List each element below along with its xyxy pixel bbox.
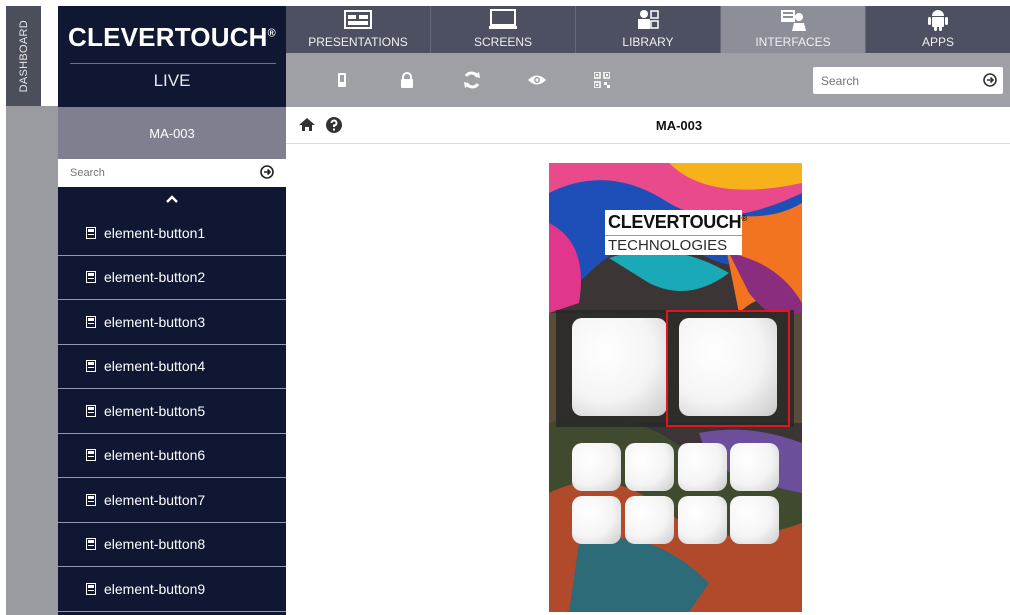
panel-search [58, 159, 286, 187]
element-icon [86, 404, 98, 417]
content-title: MA-003 [655, 118, 703, 133]
panel-search-input[interactable] [70, 164, 240, 182]
monitor-icon [489, 9, 517, 31]
device-icon[interactable] [332, 70, 352, 90]
list-item[interactable]: element-button2 [58, 256, 286, 300]
toolbar [286, 53, 1010, 107]
list-item-label: element-button1 [104, 224, 206, 241]
top-search [813, 67, 1003, 94]
tab-apps[interactable]: APPS [866, 6, 1010, 53]
list-item-label: element-button2 [104, 269, 206, 286]
element-icon [86, 226, 98, 239]
list-item-label: element-button5 [104, 402, 206, 419]
element-icon [86, 449, 98, 462]
element-icon [86, 315, 98, 328]
list-item-label: element-button8 [104, 536, 206, 553]
list-item[interactable]: element-button8 [58, 523, 286, 567]
dashboard-strip: DASHBOARD [0, 0, 58, 615]
eye-icon[interactable] [527, 70, 547, 90]
list-item-label: element-button3 [104, 313, 206, 330]
list-item[interactable]: element-button9 [58, 567, 286, 612]
preview-logo-bottom: TECHNOLOGIES [605, 235, 742, 255]
small-tile-8[interactable] [730, 496, 779, 544]
tab-label: APPS [921, 35, 954, 49]
preview-logo: CLEVERTOUCH® TECHNOLOGIES [605, 210, 747, 255]
tab-library[interactable]: LIBRARY [576, 6, 721, 53]
element-list: element-button1 element-button2 element-… [58, 211, 286, 615]
tab-label: LIBRARY [622, 35, 674, 49]
element-icon [86, 493, 98, 506]
interface-icon [780, 9, 806, 31]
top-search-input[interactable] [821, 71, 971, 90]
library-icon [636, 9, 660, 31]
list-item-label: element-button4 [104, 358, 206, 375]
list-item-label: element-button7 [104, 491, 206, 508]
tab-presentations[interactable]: PRESENTATIONS [286, 6, 431, 53]
dashboard-tab[interactable]: DASHBOARD [6, 6, 41, 106]
list-item[interactable]: element-button5 [58, 389, 286, 434]
search-go-icon[interactable] [260, 165, 274, 184]
main-tabs: PRESENTATIONS SCREENS LIBRARY INTERFACES… [286, 6, 1010, 53]
app-window: DASHBOARD CLEVERTOUCH® LIVE PRESENTATION… [0, 0, 1010, 615]
tab-label: SCREENS [473, 35, 532, 49]
presentation-icon [344, 9, 372, 31]
panel-title: MA-003 [58, 107, 286, 159]
android-icon [927, 9, 949, 31]
list-item[interactable]: element-button7 [58, 478, 286, 523]
brand-divider [70, 63, 276, 64]
small-tile-4[interactable] [730, 443, 779, 491]
search-go-icon[interactable] [983, 73, 997, 92]
tab-label: INTERFACES [755, 35, 831, 49]
small-tile-1[interactable] [572, 443, 621, 491]
element-icon [86, 538, 98, 551]
interface-preview: CLEVERTOUCH® TECHNOLOGIES [549, 163, 802, 612]
element-icon [86, 582, 98, 595]
small-tile-7[interactable] [678, 496, 727, 544]
selection-highlight [666, 310, 790, 427]
lock-icon[interactable] [397, 70, 417, 90]
scroll-up-button[interactable] [58, 187, 286, 211]
refresh-icon[interactable] [462, 70, 482, 90]
list-item-label: element-button9 [104, 580, 206, 597]
small-tile-2[interactable] [625, 443, 674, 491]
qr-code-icon[interactable] [592, 70, 612, 90]
tab-interfaces[interactable]: INTERFACES [721, 6, 866, 53]
content-header: MA-003 [286, 107, 1010, 144]
list-item[interactable]: element-button3 [58, 300, 286, 345]
small-tile-5[interactable] [572, 496, 621, 544]
large-tile-1[interactable] [572, 318, 667, 416]
element-icon [86, 271, 98, 284]
list-item[interactable]: element-button1 [58, 211, 286, 256]
dashboard-label: DASHBOARD [17, 19, 30, 93]
chevron-up-icon [166, 190, 178, 208]
dashboard-rail [6, 106, 58, 615]
small-tile-6[interactable] [625, 496, 674, 544]
element-icon [86, 360, 98, 373]
list-item-label: element-button6 [104, 447, 206, 464]
brand-logo: CLEVERTOUCH® [68, 22, 276, 52]
list-item[interactable]: element-button6 [58, 434, 286, 478]
brand-block: CLEVERTOUCH® LIVE [58, 6, 286, 107]
small-tile-3[interactable] [678, 443, 727, 491]
brand-subtitle: LIVE [153, 71, 191, 90]
preview-logo-top: CLEVERTOUCH® [605, 210, 747, 235]
list-item[interactable]: element-button4 [58, 345, 286, 389]
tab-label: PRESENTATIONS [308, 35, 408, 49]
tab-screens[interactable]: SCREENS [431, 6, 576, 53]
